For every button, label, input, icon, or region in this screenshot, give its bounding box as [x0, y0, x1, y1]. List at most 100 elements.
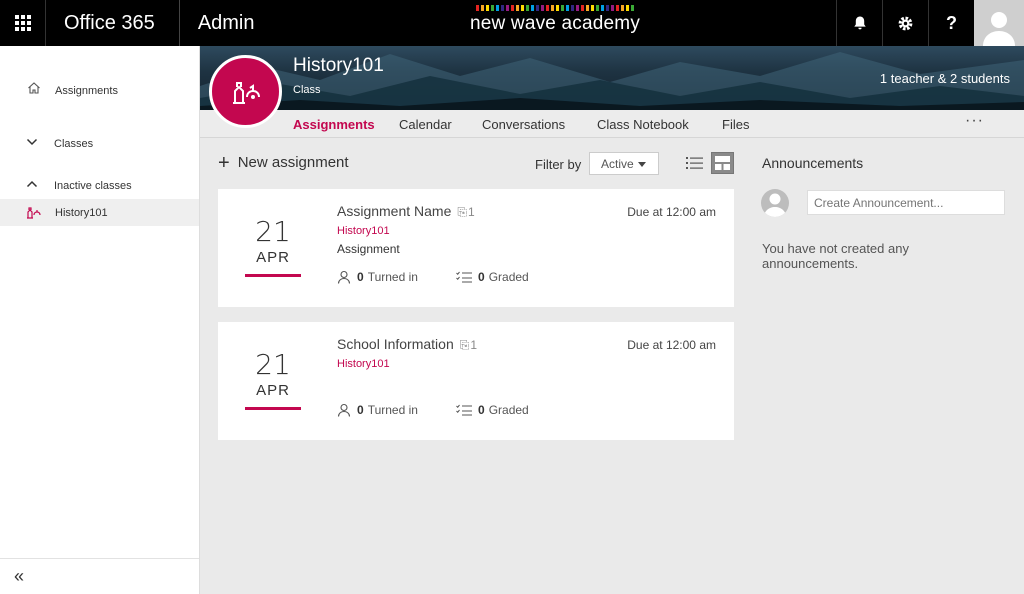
home-icon — [24, 81, 44, 95]
filter-label: Filter by — [535, 157, 582, 172]
due-month: APR — [256, 382, 290, 399]
logo-stripe — [621, 5, 624, 11]
logo-stripe — [486, 5, 489, 11]
double-chevron-left-icon: « — [14, 566, 25, 586]
due-time: Due at 12:00 am — [627, 338, 716, 352]
class-banner: History101 Class 1 teacher & 2 students — [200, 46, 1024, 110]
graded-count: 0 — [478, 270, 485, 284]
gear-icon — [898, 16, 913, 30]
tab-class-notebook[interactable]: Class Notebook — [597, 117, 689, 132]
tab-files[interactable]: Files — [722, 117, 749, 132]
assignment-class: History101 — [337, 358, 390, 370]
sidebar-item-inactive-classes[interactable]: Inactive classes — [0, 174, 199, 194]
new-assignment-button[interactable]: + New assignment — [218, 151, 349, 174]
sidebar-item-history101[interactable]: History101 — [0, 199, 199, 226]
waffle-icon — [14, 15, 31, 31]
logo-stripe — [496, 5, 499, 11]
class-title: History101 — [293, 55, 384, 76]
sidebar-item-label: Assignments — [55, 85, 118, 97]
class-subtitle: Class — [293, 84, 321, 96]
logo-stripe — [611, 5, 614, 11]
more-options-icon[interactable]: ··· — [965, 112, 984, 130]
sidebar: Assignments Classes Inactive classes His… — [0, 46, 200, 594]
assignment-type: Assignment — [337, 242, 400, 256]
logo-stripe — [596, 5, 599, 11]
class-member-count[interactable]: 1 teacher & 2 students — [880, 71, 1010, 86]
announcements-title: Announcements — [762, 155, 864, 171]
sidebar-item-label: Classes — [54, 137, 94, 150]
top-bar: Office 365 Admin new wave academy ? — [0, 0, 1024, 46]
tab-conversations[interactable]: Conversations — [482, 117, 565, 132]
class-icon — [23, 206, 43, 220]
plus-icon: + — [218, 151, 230, 174]
graded-label: Graded — [488, 270, 529, 284]
logo-stripe — [631, 5, 634, 11]
settings-button[interactable] — [882, 0, 928, 46]
person-icon — [337, 270, 351, 284]
new-assignment-label: New assignment — [237, 154, 349, 171]
logo-stripe — [541, 5, 544, 11]
sidebar-item-label: Inactive classes — [54, 179, 132, 192]
assignment-name: School Information — [337, 336, 454, 352]
assignment-card[interactable]: 21 APR Assignment Name ⎘ 1 History101 Ass… — [218, 189, 734, 307]
sidebar-item-classes[interactable]: Classes — [0, 132, 199, 152]
graded-label: Graded — [488, 403, 529, 417]
logo-stripe — [546, 5, 549, 11]
logo-stripe — [616, 5, 619, 11]
tile-view-icon[interactable] — [711, 152, 734, 174]
tab-assignments[interactable]: Assignments — [293, 117, 375, 132]
due-month: APR — [256, 249, 290, 266]
assignment-title[interactable]: School Information ⎘ 1 — [337, 336, 477, 353]
logo-stripe — [561, 5, 564, 11]
graded-stat: 0 Graded — [456, 270, 529, 284]
turned-in-stat: 0 Turned in — [337, 270, 418, 284]
collapse-sidebar-button[interactable]: « — [0, 558, 199, 594]
logo-stripe — [521, 5, 524, 11]
logo-stripe — [526, 5, 529, 11]
graded-stat: 0 Graded — [456, 403, 529, 417]
logo-stripe — [531, 5, 534, 11]
class-logo — [209, 55, 282, 128]
user-avatar[interactable] — [974, 0, 1024, 46]
logo-stripe — [586, 5, 589, 11]
logo-stripe — [556, 5, 559, 11]
help-button[interactable]: ? — [928, 0, 974, 46]
section-title[interactable]: Admin — [180, 12, 255, 35]
tab-calendar[interactable]: Calendar — [399, 117, 452, 132]
class-icon — [232, 81, 260, 104]
logo-stripe — [516, 5, 519, 11]
sidebar-item-assignments[interactable]: Assignments — [0, 79, 199, 97]
assignment-card[interactable]: 21 APR School Information ⎘ 1 History101 … — [218, 322, 734, 440]
turned-in-count: 0 — [357, 403, 364, 417]
notifications-button[interactable] — [836, 0, 882, 46]
brand-title[interactable]: Office 365 — [46, 0, 180, 46]
logo-stripe — [566, 5, 569, 11]
attachment-count: 1 — [470, 338, 478, 352]
assignment-title[interactable]: Assignment Name ⎘ 1 — [337, 203, 475, 220]
logo-stripe — [476, 5, 479, 11]
attachment-count: 1 — [468, 205, 475, 219]
filter-value: Active — [601, 157, 634, 171]
attachment-icon: ⎘ 1 — [459, 338, 478, 352]
attachment-icon: ⎘ 1 — [457, 205, 475, 219]
chevron-down-icon — [22, 138, 42, 146]
school-name: new wave academy — [469, 13, 641, 34]
list-view-icon[interactable] — [686, 155, 704, 171]
app-launcher-button[interactable] — [0, 0, 46, 46]
announcer-avatar — [761, 189, 789, 217]
turned-in-stat: 0 Turned in — [337, 403, 418, 417]
caret-down-icon — [638, 162, 646, 167]
sidebar-item-label: History101 — [55, 206, 108, 219]
checklist-icon — [456, 271, 472, 283]
logo-stripe — [536, 5, 539, 11]
assignment-class: History101 — [337, 225, 390, 237]
logo-stripe — [571, 5, 574, 11]
create-announcement-input[interactable] — [807, 190, 1005, 215]
logo-stripe — [626, 5, 629, 11]
person-avatar-icon — [764, 193, 786, 217]
assignment-name: Assignment Name — [337, 203, 452, 219]
logo-stripe — [511, 5, 514, 11]
filter-dropdown[interactable]: Active — [589, 152, 659, 175]
due-day: 21 — [255, 215, 291, 248]
checklist-icon — [456, 404, 472, 416]
